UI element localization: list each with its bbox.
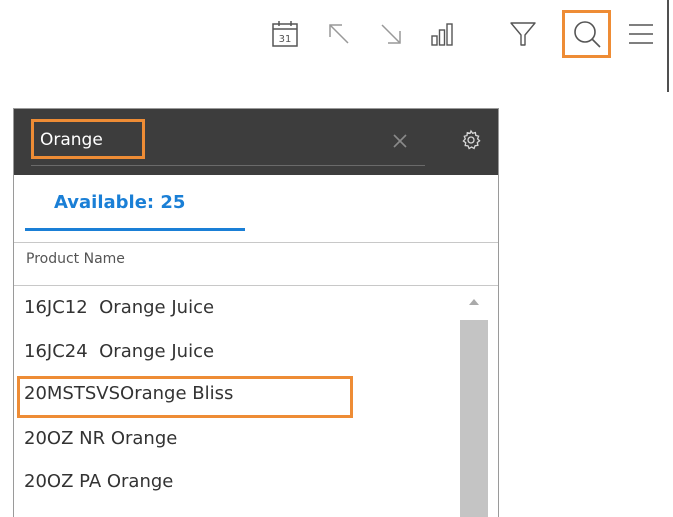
search-header [14, 109, 498, 175]
scrollbar[interactable] [460, 286, 488, 517]
calendar-icon: 31 [272, 21, 298, 47]
list-item-label: 20MSTSVSOrange Bliss [24, 383, 234, 404]
chart-button[interactable] [423, 12, 461, 56]
minimize-button[interactable] [372, 12, 410, 56]
panel-edge [667, 0, 669, 92]
list-item[interactable]: 16JC24 Orange Juice [14, 333, 456, 373]
filter-icon [510, 22, 536, 46]
list-item-highlighted[interactable]: 20MSTSVSOrange Bliss [14, 375, 456, 418]
search-button[interactable] [562, 10, 611, 58]
close-icon [393, 134, 407, 148]
list-item-label: 20OZ PA Orange [24, 471, 174, 492]
search-input-highlight [31, 119, 145, 159]
search-icon [573, 21, 601, 48]
search-underline [31, 165, 425, 166]
arrow-down-right-icon [381, 24, 401, 44]
product-list: 16JC12 Orange Juice 16JC24 Orange Juice … [14, 286, 456, 517]
scroll-up-button[interactable] [460, 286, 488, 318]
tab-available-label: Available: 25 [54, 192, 186, 213]
list-item-label: 20OZ NR Orange [24, 428, 178, 449]
list-item-label: 16JC12 Orange Juice [24, 297, 215, 318]
list-item[interactable]: 20OZ NR Orange [14, 420, 456, 460]
list-item[interactable]: 16JC12 Orange Juice [14, 289, 456, 329]
page: 31 Orange Available: 25 Product Name 16J… [0, 0, 673, 517]
scroll-thumb[interactable] [460, 320, 488, 517]
menu-button[interactable] [622, 12, 660, 56]
arrow-up-left-icon [329, 24, 349, 44]
bar-chart-icon [431, 23, 453, 46]
calendar-day: 31 [279, 34, 292, 45]
active-tab-indicator [25, 228, 245, 231]
clear-search-button[interactable] [388, 129, 412, 153]
divider [14, 242, 498, 243]
filter-button[interactable] [504, 12, 542, 56]
tab-available[interactable]: Available: 25 [25, 177, 245, 231]
menu-icon [629, 24, 653, 44]
settings-button[interactable] [458, 127, 484, 153]
gear-icon [462, 129, 481, 150]
list-item-label: 16JC24 Orange Juice [24, 341, 215, 362]
search-input[interactable] [40, 128, 140, 152]
search-panel: Available: 25 Product Name 16JC12 Orange… [13, 108, 499, 517]
list-item[interactable]: 20OZ PA Orange [14, 463, 456, 503]
calendar-button[interactable]: 31 [266, 12, 304, 56]
maximize-button[interactable] [320, 12, 358, 56]
column-header-product-name: Product Name [26, 251, 125, 267]
caret-up-icon [469, 299, 479, 305]
